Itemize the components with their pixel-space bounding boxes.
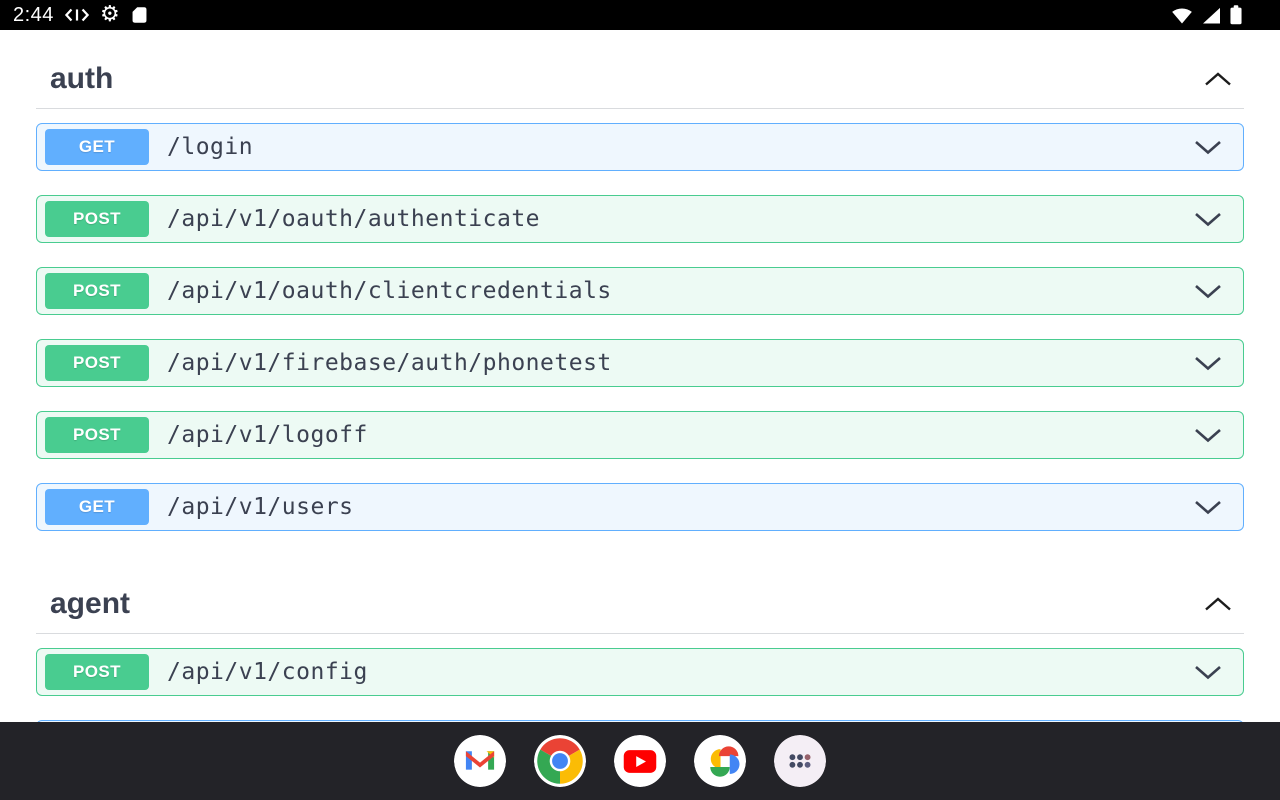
youtube-app-icon[interactable]	[614, 735, 666, 787]
chevron-down-icon[interactable]	[1193, 284, 1223, 299]
chevron-down-icon[interactable]	[1193, 356, 1223, 371]
endpoint-row[interactable]: POST /api/v1/oauth/authenticate	[36, 195, 1244, 243]
chevron-down-icon[interactable]	[1193, 428, 1223, 443]
sd-card-icon	[131, 5, 148, 25]
method-badge: POST	[45, 654, 149, 690]
chevron-down-icon[interactable]	[1193, 140, 1223, 155]
gmail-app-icon[interactable]	[454, 735, 506, 787]
settings-gear-icon: ⚙	[99, 2, 120, 27]
usb-debugging-icon	[64, 7, 89, 23]
endpoint-row[interactable]: GET /login	[36, 123, 1244, 171]
method-badge: POST	[45, 273, 149, 309]
google-photos-app-icon[interactable]	[694, 735, 746, 787]
section-agent: agent POST /api/v1/config GET /api/v1/ho…	[36, 555, 1244, 722]
section-auth: auth GET /login POST /api/v1/oauth/authe…	[36, 30, 1244, 531]
method-badge: GET	[45, 129, 149, 165]
chevron-up-icon[interactable]	[1202, 596, 1234, 612]
endpoint-path: /login	[167, 134, 254, 160]
endpoint-row[interactable]: GET /api/v1/users	[36, 483, 1244, 531]
endpoint-path: /api/v1/users	[167, 494, 354, 520]
section-header-auth[interactable]: auth	[36, 30, 1244, 109]
chevron-up-icon[interactable]	[1202, 71, 1234, 87]
chrome-app-icon[interactable]	[534, 735, 586, 787]
cellular-signal-icon	[1202, 7, 1221, 24]
chevron-down-icon[interactable]	[1193, 500, 1223, 515]
endpoint-path: /api/v1/oauth/authenticate	[167, 206, 541, 232]
endpoint-path: /api/v1/config	[167, 659, 368, 685]
section-header-agent[interactable]: agent	[36, 555, 1244, 634]
endpoint-path: /api/v1/logoff	[167, 422, 368, 448]
clock: 2:44	[13, 3, 54, 26]
method-badge: GET	[45, 489, 149, 525]
method-badge: POST	[45, 201, 149, 237]
android-screen: 2:44 ⚙ auth GET /login POST /api/v1/oaut…	[0, 0, 1280, 800]
swagger-api-list: auth GET /login POST /api/v1/oauth/authe…	[0, 30, 1280, 722]
section-title: auth	[50, 62, 114, 95]
wifi-icon	[1171, 7, 1193, 24]
method-badge: POST	[45, 345, 149, 381]
chevron-down-icon[interactable]	[1193, 212, 1223, 227]
battery-icon	[1230, 5, 1242, 25]
section-title: agent	[50, 587, 131, 620]
chevron-down-icon[interactable]	[1193, 665, 1223, 680]
endpoint-row[interactable]: POST /api/v1/logoff	[36, 411, 1244, 459]
taskbar	[0, 722, 1280, 800]
all-apps-drawer-icon[interactable]	[774, 735, 826, 787]
method-badge: POST	[45, 417, 149, 453]
endpoint-path: /api/v1/firebase/auth/phonetest	[167, 350, 612, 376]
endpoint-path: /api/v1/oauth/clientcredentials	[167, 278, 612, 304]
endpoint-row[interactable]: POST /api/v1/config	[36, 648, 1244, 696]
endpoint-row[interactable]: POST /api/v1/oauth/clientcredentials	[36, 267, 1244, 315]
endpoint-row[interactable]: POST /api/v1/firebase/auth/phonetest	[36, 339, 1244, 387]
status-bar: 2:44 ⚙	[0, 0, 1280, 30]
